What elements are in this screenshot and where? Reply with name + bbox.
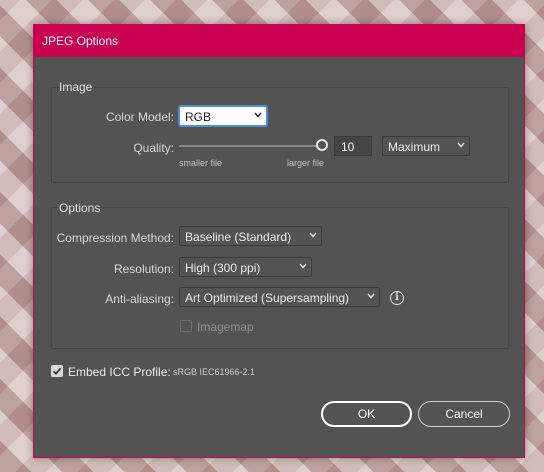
- quality-preset-select[interactable]: Maximum: [382, 136, 470, 156]
- embed-icc-checkbox[interactable]: [51, 365, 63, 377]
- quality-label: Quality:: [133, 141, 174, 155]
- chevron-down-icon: [309, 232, 317, 239]
- compression-method-select[interactable]: Baseline (Standard): [179, 226, 322, 246]
- color-model-label: Color Model:: [105, 110, 174, 124]
- info-icon[interactable]: i: [390, 291, 404, 305]
- chevron-down-icon: [254, 112, 262, 119]
- quality-value: 10: [341, 140, 355, 154]
- chevron-down-icon: [299, 263, 307, 270]
- cancel-button-label: Cancel: [445, 407, 483, 421]
- color-model-value: RGB: [185, 110, 212, 124]
- image-group-label: Image: [59, 80, 93, 94]
- imagemap-label: Imagemap: [197, 320, 254, 334]
- larger-file-caption: larger file: [287, 158, 325, 168]
- ok-button[interactable]: OK: [321, 401, 412, 427]
- color-model-select[interactable]: RGB: [179, 106, 267, 126]
- smaller-file-caption: smaller file: [179, 158, 223, 168]
- anti-aliasing-value: Art Optimized (Supersampling): [185, 291, 350, 305]
- resolution-select[interactable]: High (300 ppi): [179, 257, 312, 277]
- imagemap-checkbox[interactable]: [180, 320, 192, 332]
- dialog-titlebar[interactable]: JPEG Options: [34, 25, 524, 57]
- anti-aliasing-select[interactable]: Art Optimized (Supersampling): [179, 287, 380, 307]
- embed-icc-label: Embed ICC Profile:: [68, 365, 171, 379]
- quality-input[interactable]: 10: [334, 136, 372, 156]
- anti-aliasing-label: Anti-aliasing:: [105, 292, 174, 306]
- compression-method-value: Baseline (Standard): [185, 230, 292, 244]
- cancel-button[interactable]: Cancel: [418, 401, 510, 427]
- checkmark-icon: [52, 367, 62, 376]
- resolution-value: High (300 ppi): [185, 261, 261, 275]
- compression-method-label: Compression Method:: [56, 231, 174, 245]
- chevron-down-icon: [367, 293, 375, 300]
- quality-slider-thumb[interactable]: [316, 139, 328, 151]
- chevron-down-icon: [457, 142, 465, 149]
- quality-slider-track[interactable]: [179, 145, 317, 147]
- resolution-label: Resolution:: [113, 262, 174, 276]
- ok-button-label: OK: [357, 407, 376, 421]
- options-group-label: Options: [59, 201, 101, 215]
- quality-preset-value: Maximum: [388, 140, 441, 154]
- jpeg-options-dialog: JPEG Options Image Color Model: RGB Qual…: [33, 24, 525, 458]
- dialog-title: JPEG Options: [42, 34, 119, 48]
- icc-profile-name: sRGB IEC61966-2.1: [173, 367, 256, 377]
- image-group: [51, 87, 509, 183]
